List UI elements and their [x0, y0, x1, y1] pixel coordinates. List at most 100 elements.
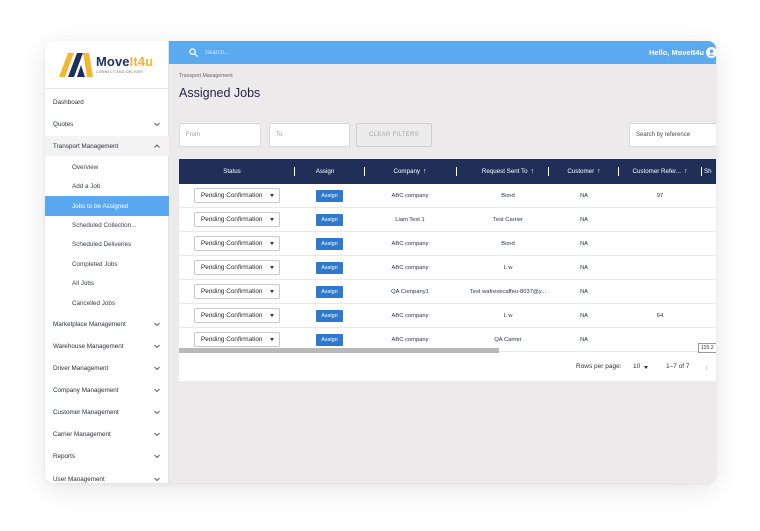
chevron-down-icon[interactable] — [153, 320, 161, 328]
dropdown-caret-icon — [270, 314, 274, 317]
page-title: Assigned Jobs — [179, 86, 261, 100]
sidebar-item-customer-management[interactable]: Customer Management — [45, 402, 169, 422]
page-range-text: 1–7 of 7 — [666, 363, 690, 370]
account-circle-icon[interactable] — [706, 47, 716, 58]
status-value: Pending Confirmation — [201, 240, 263, 247]
request-sent-to-cell: Test wafrexecaffeu-8037@y... — [469, 289, 547, 295]
col-company[interactable]: Company ↑ — [367, 159, 453, 184]
sidebar-item-jobs-to-be-assigned[interactable]: Jobs to be Assigned — [45, 196, 169, 216]
chevron-down-icon[interactable] — [153, 386, 161, 394]
chevron-down-icon[interactable] — [153, 452, 161, 460]
customer-reference-cell: 97 — [656, 193, 664, 199]
sidebar-item-cancelled-jobs[interactable]: Cancelled Jobs — [45, 293, 169, 313]
sidebar-item-user-management[interactable]: User Management — [45, 469, 169, 483]
assign-button[interactable]: Assign — [316, 238, 343, 250]
sidebar-item-scheduled-collection[interactable]: Scheduled Collection... — [45, 215, 169, 235]
dropdown-caret-icon[interactable] — [644, 366, 648, 369]
previous-page-icon[interactable]: ‹ — [705, 362, 708, 372]
sidebar-item-reports[interactable]: Reports — [45, 446, 169, 466]
assign-button[interactable]: Assign — [316, 310, 343, 322]
status-dropdown[interactable]: Pending Confirmation — [194, 212, 280, 227]
chevron-down-icon[interactable] — [153, 475, 161, 483]
search-input[interactable] — [205, 46, 385, 59]
user-greeting: Hello, MoveIt4u — [648, 48, 704, 57]
sidebar-item-add-a-job[interactable]: Add a Job — [45, 176, 169, 196]
sidebar-item-label: Scheduled Collection... — [72, 221, 137, 229]
status-dropdown[interactable]: Pending Confirmation — [194, 308, 280, 323]
sidebar-item-all-jobs[interactable]: All Jobs — [45, 273, 169, 293]
sidebar-item-quotes[interactable]: Quotes — [45, 114, 169, 134]
sidebar-item-label: Quotes — [53, 120, 74, 128]
chevron-down-icon[interactable] — [153, 342, 161, 350]
sidebar-item-transport-management[interactable]: Transport Management — [45, 136, 169, 156]
sidebar-divider — [45, 88, 169, 89]
sidebar-item-label: Reports — [53, 452, 76, 460]
sidebar-item-warehouse-management[interactable]: Warehouse Management — [45, 336, 169, 356]
status-value: Pending Confirmation — [201, 288, 263, 295]
table-row: Pending Confirmation Assign Liam Test 1 Tes… — [179, 208, 716, 232]
status-dropdown[interactable]: Pending Confirmation — [194, 332, 280, 347]
request-sent-to-cell: Bond — [501, 241, 515, 247]
app-window: MoveIt4u CONNECT AND DELIVER Dashboard Qu… — [45, 41, 716, 483]
to-date-field[interactable]: To — [269, 123, 350, 147]
assign-button[interactable]: Assign — [316, 334, 343, 346]
sidebar-item-dashboard[interactable]: Dashboard — [45, 92, 169, 112]
search-icon[interactable] — [189, 48, 198, 57]
rows-per-page-select[interactable]: 10 — [633, 363, 640, 370]
sidebar-item-label: Driver Management — [53, 364, 109, 372]
sidebar-item-scheduled-deliveries[interactable]: Scheduled Deliveries — [45, 234, 169, 254]
status-dropdown[interactable]: Pending Confirmation — [194, 260, 280, 275]
sidebar-item-carrier-management[interactable]: Carrier Management — [45, 424, 169, 444]
dropdown-caret-icon — [270, 194, 274, 197]
status-value: Pending Confirmation — [201, 264, 263, 271]
dropdown-caret-icon — [270, 218, 274, 221]
from-date-field[interactable]: From — [179, 123, 261, 147]
assign-button[interactable]: Assign — [316, 190, 343, 202]
customer-reference-cell — [620, 280, 700, 304]
dropdown-caret-icon — [270, 338, 274, 341]
assign-button[interactable]: Assign — [316, 262, 343, 274]
chevron-up-icon[interactable] — [153, 142, 161, 150]
sidebar-item-driver-management[interactable]: Driver Management — [45, 358, 169, 378]
sidebar-item-label: Add a Job — [72, 182, 101, 190]
company-cell: QA Company1 — [391, 289, 429, 295]
sidebar-item-label: Dashboard — [53, 98, 84, 106]
chevron-down-icon[interactable] — [153, 364, 161, 372]
sidebar-item-label: Customer Management — [53, 408, 119, 416]
jobs-table: Status Assign Company ↑ Request Sent To ↑ … — [179, 159, 716, 381]
customer-cell: NA — [579, 241, 589, 247]
assign-button[interactable]: Assign — [316, 286, 343, 298]
company-cell: ABC company — [391, 265, 429, 271]
sidebar-item-label: Cancelled Jobs — [72, 299, 116, 307]
col-customer-reference[interactable]: Customer Refer... ↑ — [620, 159, 700, 184]
customer-reference-cell: 64 — [656, 313, 664, 319]
sidebar-item-overview[interactable]: Overview — [45, 157, 169, 177]
chevron-down-icon[interactable] — [153, 120, 161, 128]
sort-arrow-icon: ↑ — [422, 168, 427, 175]
brand-logo[interactable]: MoveIt4u CONNECT AND DELIVER — [45, 41, 168, 88]
status-value: Pending Confirmation — [201, 192, 263, 199]
sidebar-item-completed-jobs[interactable]: Completed Jobs — [45, 254, 169, 274]
request-sent-to-cell: Bond — [501, 193, 515, 199]
sidebar-item-label: Marketplace Management — [53, 320, 126, 328]
sidebar-item-label: All Jobs — [72, 279, 95, 287]
clear-filters-button[interactable]: CLEAR FILTERS — [356, 123, 432, 147]
logo-mark-icon — [59, 52, 93, 77]
chevron-down-icon[interactable] — [153, 408, 161, 416]
col-request-sent-to[interactable]: Request Sent To ↑ — [459, 159, 557, 184]
customer-reference-cell — [620, 256, 700, 280]
assign-button[interactable]: Assign — [316, 214, 343, 226]
sidebar-item-company-management[interactable]: Company Management — [45, 380, 169, 400]
table-row: Pending Confirmation Assign ABC company Bon… — [179, 232, 716, 256]
breadcrumb[interactable]: Transport Management — [179, 73, 233, 79]
table-row: Pending Confirmation Assign ABC company L w… — [179, 304, 716, 328]
sidebar-item-marketplace-management[interactable]: Marketplace Management — [45, 314, 169, 334]
reference-search-field[interactable]: Search by reference — [629, 123, 716, 147]
chevron-down-icon[interactable] — [153, 430, 161, 438]
status-dropdown[interactable]: Pending Confirmation — [194, 284, 280, 299]
customer-cell: NA — [579, 217, 589, 223]
status-dropdown[interactable]: Pending Confirmation — [194, 188, 280, 203]
company-cell: ABC company — [391, 313, 429, 319]
status-dropdown[interactable]: Pending Confirmation — [194, 236, 280, 251]
col-customer[interactable]: Customer ↑ — [551, 159, 617, 184]
